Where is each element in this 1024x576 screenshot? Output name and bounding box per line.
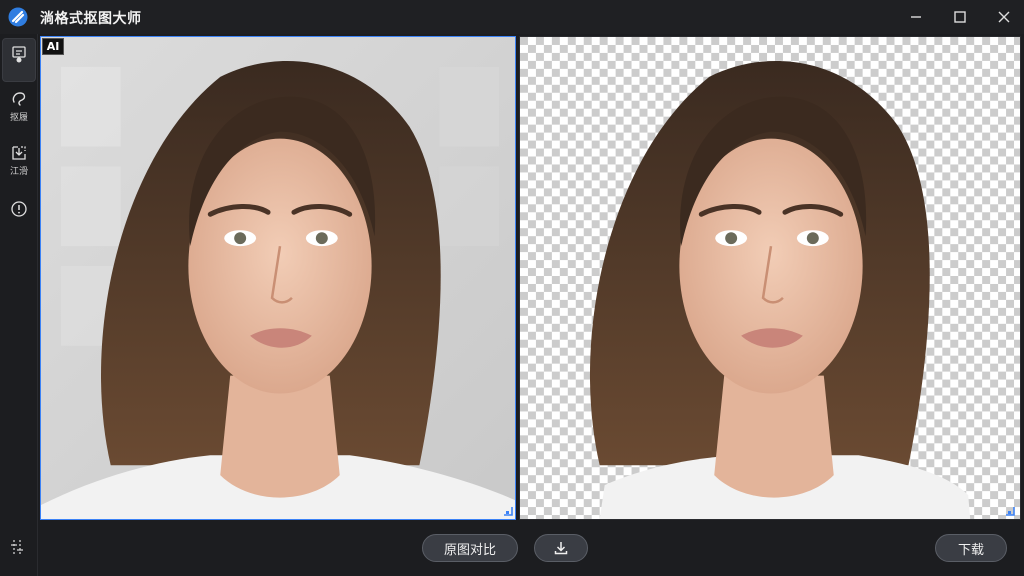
maximize-icon	[954, 11, 966, 23]
expand-corner-icon[interactable]	[1004, 505, 1016, 517]
close-icon	[998, 11, 1010, 23]
tool-sidebar: 抠履 江滑	[0, 34, 38, 576]
original-image	[41, 37, 515, 519]
cutout-tool-icon	[12, 46, 26, 63]
cutout-result-panel[interactable]	[519, 36, 1021, 520]
minimize-icon	[911, 16, 921, 18]
compare-original-button[interactable]: 原图对比	[422, 534, 518, 562]
ai-badge: AI	[42, 38, 64, 55]
minimize-button[interactable]	[902, 5, 930, 29]
maximize-button[interactable]	[946, 5, 974, 29]
expand-corner-icon[interactable]	[502, 505, 514, 517]
app-logo-icon	[8, 7, 28, 27]
download-icon	[554, 542, 568, 555]
info-icon	[11, 201, 27, 217]
app-title: 淌格式抠图大师	[40, 11, 142, 27]
close-button[interactable]	[990, 5, 1018, 29]
sidebar-item-label: 江滑	[9, 167, 28, 177]
lasso-tool-icon	[12, 92, 26, 106]
cutout-result-image	[520, 37, 1020, 519]
download-icon-button[interactable]	[534, 534, 588, 562]
import-tool-icon	[12, 146, 26, 160]
sidebar-item-lasso[interactable]: 抠履	[2, 90, 36, 132]
title-bar: 淌格式抠图大师	[0, 0, 1024, 34]
sidebar-item-info[interactable]	[2, 200, 36, 224]
sidebar-item-import[interactable]: 江滑	[2, 144, 36, 186]
download-button[interactable]: 下载	[935, 534, 1007, 562]
bottom-toolbar: 原图对比 下载	[38, 522, 1024, 576]
adjust-icon[interactable]	[8, 536, 30, 558]
original-image-panel[interactable]	[40, 36, 516, 520]
sidebar-item-label: 抠履	[9, 113, 28, 123]
sidebar-item-cutout[interactable]	[2, 38, 36, 82]
